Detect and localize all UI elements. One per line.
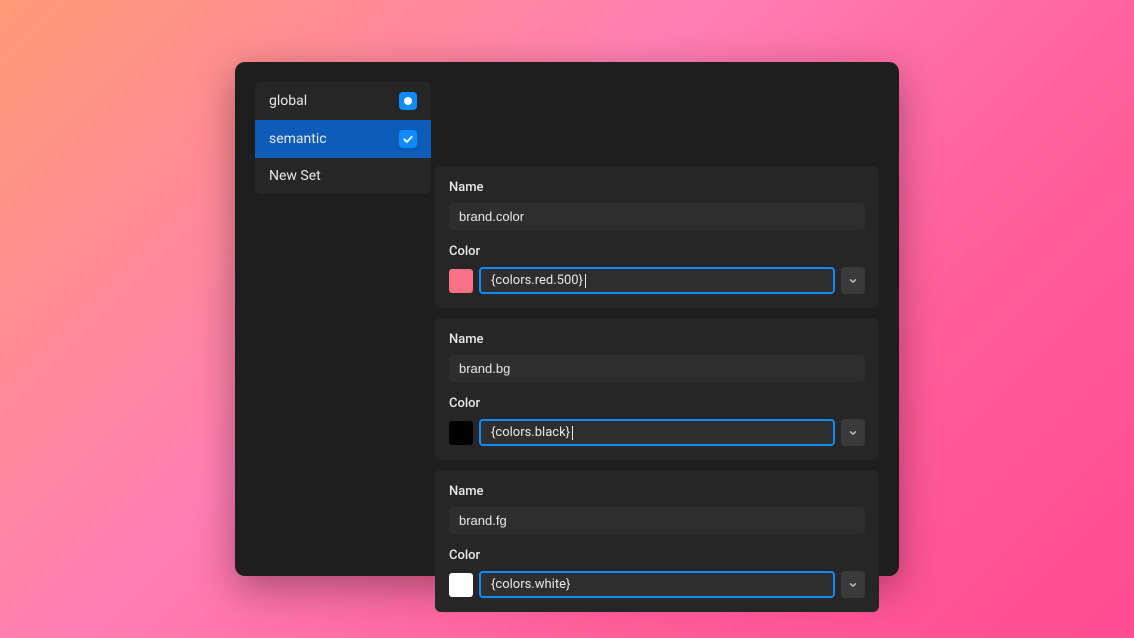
partial-status-badge[interactable] <box>399 92 417 110</box>
chevron-down-icon <box>848 428 858 438</box>
name-label: Name <box>449 332 865 347</box>
color-dropdown-button[interactable] <box>841 419 865 446</box>
color-value-input[interactable]: {colors.red.500} <box>479 267 835 294</box>
color-label: Color <box>449 396 865 411</box>
token-editor-panel: global semantic New Set Name Color {colo… <box>235 62 899 576</box>
dot-icon <box>404 97 412 105</box>
checked-status-badge[interactable] <box>399 130 417 148</box>
name-label: Name <box>449 180 865 195</box>
sidebar-item-semantic[interactable]: semantic <box>255 120 431 158</box>
check-icon <box>402 133 414 145</box>
token-card: Name Color {colors.red.500} <box>435 166 879 308</box>
sidebar-item-label: semantic <box>269 131 327 147</box>
color-value-input[interactable]: {colors.black} <box>479 419 835 446</box>
token-name-input[interactable] <box>449 355 865 382</box>
chevron-down-icon <box>848 276 858 286</box>
token-card: Name Color {colors.black} <box>435 318 879 460</box>
sidebar-item-new-set[interactable]: New Set <box>255 158 431 194</box>
color-swatch[interactable] <box>449 269 473 293</box>
color-swatch[interactable] <box>449 421 473 445</box>
color-dropdown-button[interactable] <box>841 267 865 294</box>
sidebar-item-label: New Set <box>269 168 321 184</box>
color-label: Color <box>449 548 865 563</box>
sidebar-item-global[interactable]: global <box>255 82 431 120</box>
token-set-sidebar: global semantic New Set <box>255 82 431 194</box>
name-label: Name <box>449 484 865 499</box>
token-list: Name Color {colors.red.500} Name Color {… <box>431 82 879 556</box>
text-cursor <box>585 274 586 288</box>
text-cursor <box>572 426 573 440</box>
color-value-input[interactable]: {colors.white} <box>479 571 835 598</box>
token-card: Name Color {colors.white} <box>435 470 879 612</box>
color-dropdown-button[interactable] <box>841 571 865 598</box>
sidebar-item-label: global <box>269 93 307 109</box>
token-name-input[interactable] <box>449 507 865 534</box>
chevron-down-icon <box>848 580 858 590</box>
token-name-input[interactable] <box>449 203 865 230</box>
color-swatch[interactable] <box>449 573 473 597</box>
color-label: Color <box>449 244 865 259</box>
